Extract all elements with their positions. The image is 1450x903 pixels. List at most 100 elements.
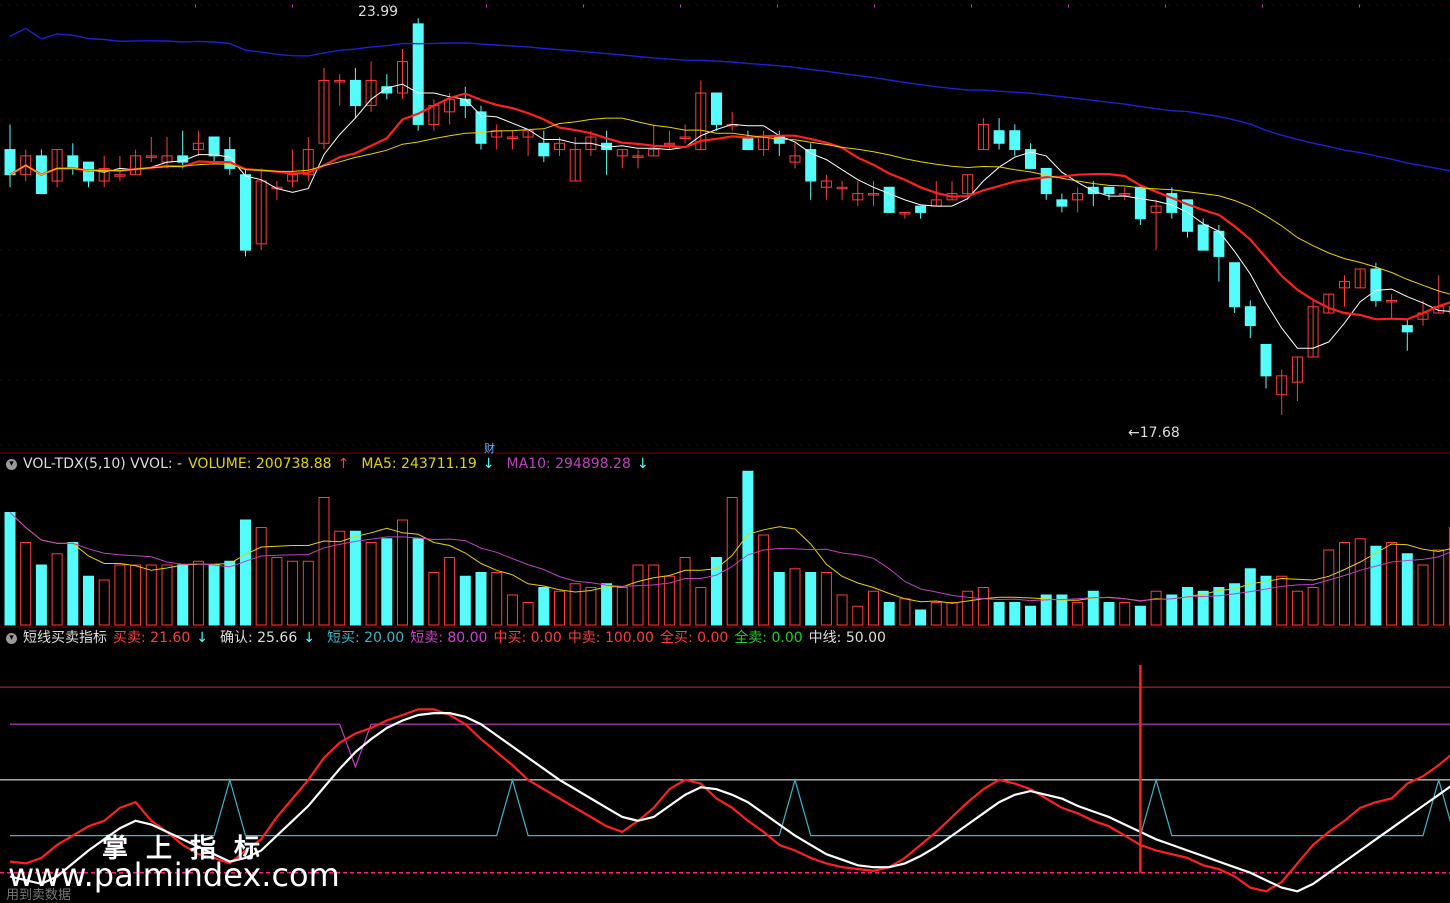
candle-down bbox=[1401, 325, 1413, 333]
volume-bar-up bbox=[1339, 542, 1350, 626]
volume-bar-up bbox=[1291, 590, 1303, 626]
candle-down bbox=[349, 79, 361, 107]
volume-bar-up bbox=[852, 605, 864, 626]
volume-bar-up bbox=[1072, 602, 1084, 626]
volume-bar-up bbox=[161, 564, 173, 626]
panel-toggle-icon[interactable]: ▾ bbox=[6, 632, 17, 644]
volume-bar-down bbox=[805, 572, 817, 626]
candle-down bbox=[773, 136, 785, 144]
candle-down bbox=[208, 136, 220, 157]
volume-header: ▾ VOL-TDX(5,10) VVOL: - VOLUME: 200738.88 ↑… bbox=[6, 455, 661, 473]
volume-bar-up bbox=[679, 557, 691, 626]
volume-bar-up bbox=[977, 587, 989, 626]
candle-down bbox=[1229, 262, 1241, 308]
candle-down bbox=[1260, 343, 1272, 377]
candle-down bbox=[538, 142, 550, 157]
candle-down bbox=[412, 23, 424, 125]
volume-bar-down bbox=[601, 583, 613, 626]
volume-bar-down bbox=[883, 602, 895, 626]
watermark-sub: 用到卖数据 bbox=[6, 888, 72, 903]
candle-down bbox=[993, 130, 1005, 144]
volume-bar-down bbox=[459, 575, 471, 626]
volume-bar-down bbox=[83, 575, 94, 626]
confirm-value: 确认: 25.66 bbox=[219, 630, 298, 646]
candle-down bbox=[1134, 186, 1146, 220]
candle-down bbox=[1103, 186, 1115, 195]
buysell-value: 买卖: 21.60 bbox=[113, 630, 191, 646]
volume-bar-down bbox=[1134, 605, 1146, 626]
candle-down bbox=[67, 155, 79, 169]
price-candles bbox=[4, 18, 1450, 415]
volume-bar-up bbox=[632, 564, 644, 626]
volume-bar-up bbox=[1323, 549, 1335, 626]
volume-bar-up bbox=[899, 598, 911, 626]
volume-bar-up bbox=[585, 587, 597, 626]
finance-event-marker[interactable]: 财 bbox=[484, 440, 495, 456]
candle-down bbox=[1244, 306, 1256, 327]
candle-down bbox=[475, 111, 487, 144]
short-sell-value: 短卖: 80.00 bbox=[410, 630, 488, 646]
volume-bar-down bbox=[1401, 553, 1413, 626]
indicator-header: ▾ 短线买卖指标 买卖: 21.60 ↓ 确认: 25.66 ↓ 短买: 20.00 短卖: … bbox=[6, 629, 892, 647]
midline-value: 中线: 50.00 bbox=[808, 630, 886, 646]
volume-bar-up bbox=[287, 560, 299, 626]
volume-bar-down bbox=[1229, 583, 1241, 626]
volume-bar-down bbox=[1087, 590, 1099, 626]
volume-bar-down bbox=[177, 564, 189, 626]
volume-bar-up bbox=[789, 568, 801, 626]
volume-bar-up bbox=[192, 560, 204, 626]
volume-bar-down bbox=[35, 564, 47, 626]
indicator-name: 短线买卖指标 bbox=[23, 630, 107, 646]
volume-bar-down bbox=[711, 557, 722, 626]
volume-bar-up bbox=[1386, 542, 1398, 626]
candle-down bbox=[4, 149, 16, 176]
volume-bar-down bbox=[208, 564, 220, 626]
volume-bar-up bbox=[444, 557, 456, 626]
volume-bar-down bbox=[240, 519, 251, 626]
panel-toggle-icon[interactable]: ▾ bbox=[6, 458, 17, 470]
volume-bar-up bbox=[255, 527, 267, 626]
volume-bar-up bbox=[820, 572, 832, 626]
mid-buy-value: 中买: 0.00 bbox=[493, 630, 562, 646]
volume-bar-up bbox=[868, 590, 879, 626]
volume-bar-up bbox=[397, 519, 408, 626]
volume-indicator-name: VOL-TDX(5,10) VVOL: - bbox=[23, 456, 183, 472]
candle-down bbox=[915, 205, 927, 213]
volume-bar-down bbox=[1182, 587, 1193, 626]
volume-bar-up bbox=[1417, 564, 1429, 626]
stock-chart-canvas[interactable] bbox=[0, 0, 1450, 903]
volume-bar-up bbox=[491, 572, 503, 626]
volume-bar-down bbox=[224, 560, 236, 626]
volume-bar-up bbox=[428, 572, 440, 626]
volume-bar-up bbox=[114, 564, 126, 626]
volume-bar-up bbox=[522, 602, 534, 626]
volume-bar-up bbox=[569, 583, 581, 626]
volume-bar-up bbox=[726, 497, 738, 626]
candle-down bbox=[1197, 224, 1209, 251]
volume-bar-up bbox=[98, 579, 110, 626]
short-buy-value: 短买: 20.00 bbox=[326, 630, 405, 646]
low-price-label: ←17.68 bbox=[1128, 425, 1180, 441]
volume-bar-up bbox=[302, 560, 314, 626]
volume-bar-up bbox=[51, 553, 63, 626]
volume-bar-down bbox=[1260, 575, 1272, 626]
volume-bar-down bbox=[538, 587, 550, 626]
volume-bar-up bbox=[1354, 538, 1366, 626]
volume-bar-down bbox=[475, 572, 487, 626]
volume-bar-up bbox=[695, 587, 707, 626]
volume-bar-down bbox=[1025, 605, 1036, 626]
high-price-label: 23.99 bbox=[358, 4, 399, 20]
volume-bar-down bbox=[349, 530, 361, 626]
volume-bar-up bbox=[506, 594, 518, 626]
volume-bar-up bbox=[130, 564, 142, 626]
volume-bar-up bbox=[1119, 602, 1131, 626]
candle-down bbox=[742, 136, 754, 151]
volume-bar-down bbox=[773, 572, 785, 626]
volume-bar-up bbox=[1307, 587, 1319, 626]
volume-ma5: MA5: 243711.19 bbox=[361, 456, 477, 472]
price-ma5-line bbox=[9, 83, 1450, 349]
mid-sell-value: 中卖: 100.00 bbox=[567, 630, 654, 646]
volume-bar-down bbox=[67, 542, 79, 626]
volume-bar-down bbox=[1213, 587, 1225, 626]
volume-bar-down bbox=[915, 609, 927, 626]
